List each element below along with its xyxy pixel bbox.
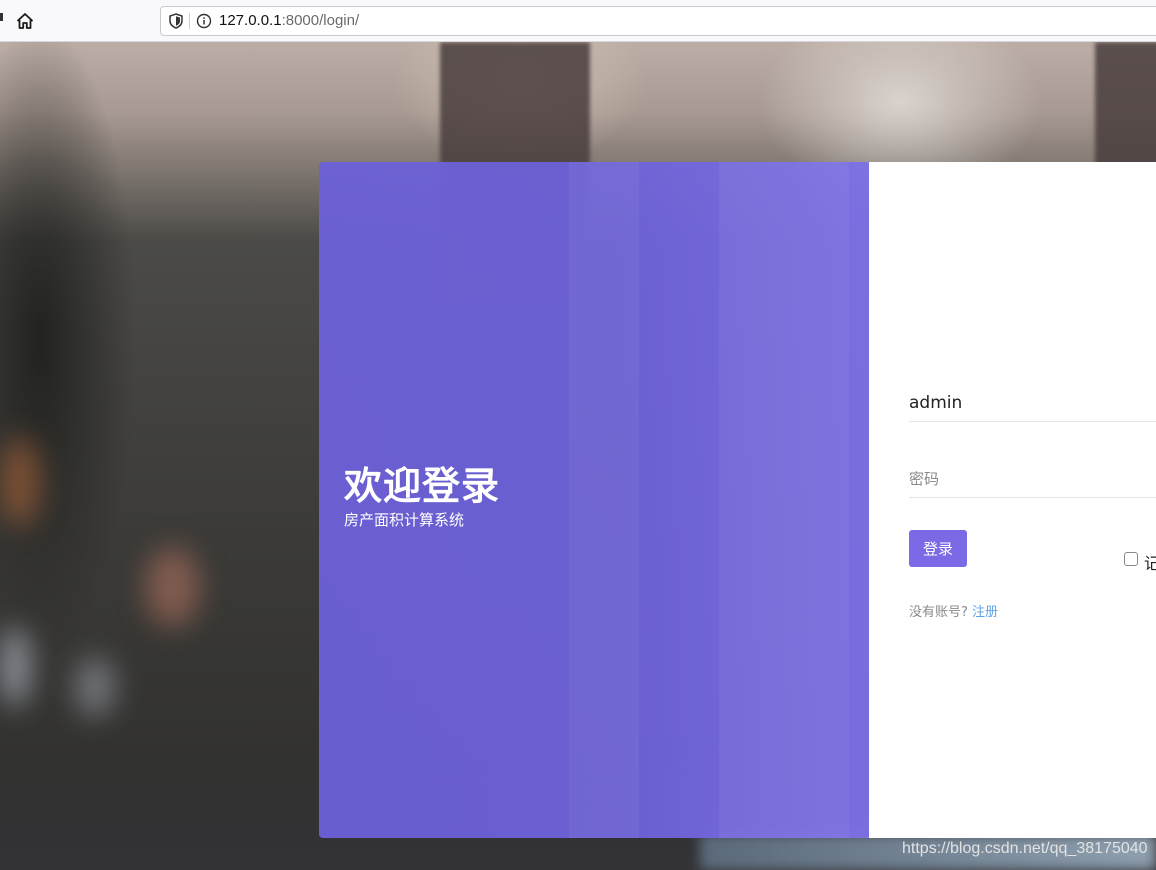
url-text[interactable]: 127.0.0.1:8000/login/ bbox=[219, 12, 359, 29]
address-bar[interactable]: 127.0.0.1:8000/login/ bbox=[160, 6, 1156, 36]
panel-streak bbox=[719, 162, 849, 838]
url-path: :8000/login/ bbox=[281, 12, 360, 29]
background-light bbox=[75, 657, 115, 717]
home-icon bbox=[17, 13, 33, 29]
background-light bbox=[0, 627, 30, 707]
address-separator bbox=[189, 13, 190, 29]
remember-me-label: 记 bbox=[1144, 554, 1156, 573]
welcome-panel: 欢迎登录 房产面积计算系统 bbox=[319, 162, 869, 838]
background-light bbox=[0, 437, 40, 527]
password-field[interactable] bbox=[909, 460, 1156, 498]
welcome-title: 欢迎登录 bbox=[344, 464, 501, 508]
register-link[interactable]: 注册 bbox=[972, 605, 998, 620]
toolbar-edge-mark bbox=[0, 13, 3, 21]
login-panel: 登录 记 没有账号? 注册 bbox=[869, 162, 1156, 838]
url-host: 127.0.0.1 bbox=[219, 12, 282, 29]
browser-toolbar: 127.0.0.1:8000/login/ bbox=[0, 0, 1156, 42]
site-info-icon[interactable] bbox=[196, 13, 212, 29]
welcome-subtitle: 房产面积计算系统 bbox=[344, 511, 465, 529]
login-button[interactable]: 登录 bbox=[909, 530, 967, 567]
home-button[interactable] bbox=[12, 9, 38, 33]
username-field[interactable] bbox=[909, 384, 1156, 422]
background-light bbox=[145, 547, 200, 627]
remember-me-checkbox[interactable] bbox=[1124, 552, 1138, 566]
panel-streak bbox=[569, 162, 639, 838]
tracking-shield-icon[interactable] bbox=[169, 13, 183, 29]
watermark: https://blog.csdn.net/qq_38175040 bbox=[902, 840, 1148, 857]
signup-prompt: 没有账号? 注册 bbox=[909, 601, 998, 620]
no-account-text: 没有账号? bbox=[909, 605, 968, 620]
